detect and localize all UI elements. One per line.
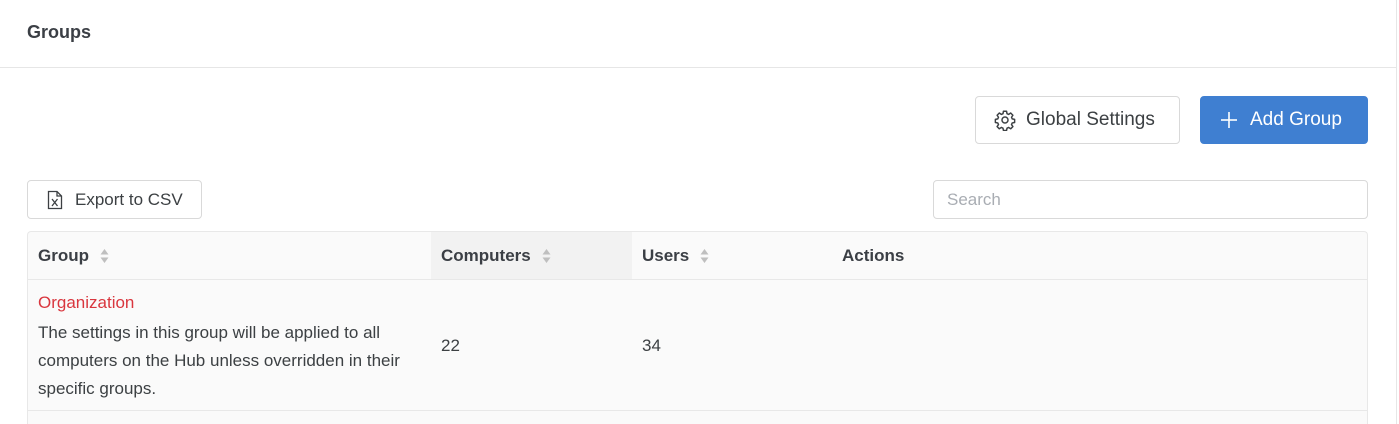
column-header-users[interactable]: Users [632, 232, 832, 279]
global-settings-button[interactable]: Global Settings [975, 96, 1180, 144]
search-input[interactable] [933, 180, 1368, 219]
column-header-actions: Actions [832, 232, 1367, 279]
panel-border [1396, 68, 1397, 424]
sort-icon[interactable] [100, 248, 109, 264]
gear-icon [994, 109, 1016, 131]
column-label-group: Group [38, 245, 89, 265]
column-header-group[interactable]: Group [28, 232, 431, 279]
users-count: 34 [642, 336, 661, 355]
sort-icon[interactable] [542, 248, 551, 264]
plus-icon [1219, 110, 1239, 130]
table-header: Group Computers Users Actions [28, 232, 1367, 280]
groups-table: Group Computers Users Actions Organizati… [27, 231, 1368, 424]
group-description: The settings in this group will be appli… [38, 323, 400, 398]
column-label-computers: Computers [441, 245, 531, 265]
export-csv-label: Export to CSV [75, 189, 183, 209]
computers-count: 22 [441, 336, 460, 355]
page-header: Groups [0, 0, 1397, 68]
column-header-computers[interactable]: Computers [431, 232, 632, 279]
add-group-button[interactable]: Add Group [1200, 96, 1368, 144]
group-name-link[interactable]: Organization [38, 293, 134, 313]
add-group-label: Add Group [1250, 109, 1342, 130]
column-label-users: Users [642, 245, 690, 265]
column-label-actions: Actions [842, 245, 905, 265]
global-settings-label: Global Settings [1026, 109, 1155, 130]
page-title: Groups [27, 22, 92, 42]
excel-file-icon [47, 190, 63, 210]
sort-icon[interactable] [700, 248, 709, 264]
export-csv-button[interactable]: Export to CSV [27, 180, 202, 219]
table-row: Organization The settings in this group … [28, 280, 1367, 411]
